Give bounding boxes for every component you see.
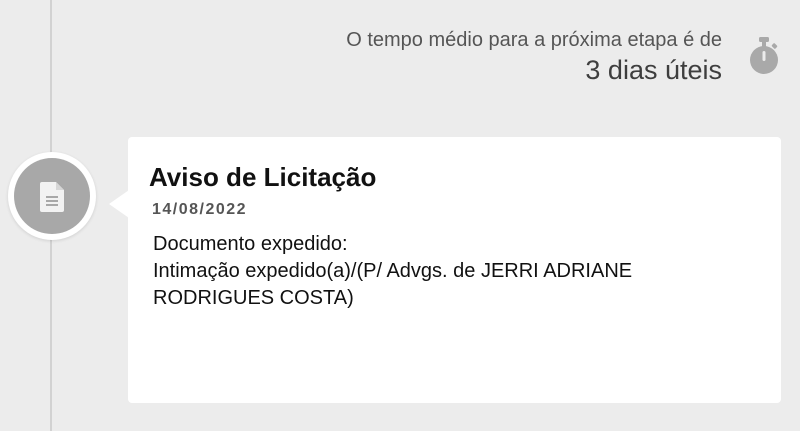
- eta-label: O tempo médio para a próxima etapa é de: [346, 29, 722, 51]
- document-icon: [40, 182, 64, 212]
- timeline-node: [8, 152, 96, 240]
- event-title: Aviso de Licitação: [149, 162, 377, 192]
- next-step-estimate: O tempo médio para a próxima etapa é de …: [346, 28, 722, 86]
- event-description-line: Intimação expedido(a)/(P/ Advgs. de JERR…: [153, 260, 633, 282]
- event-card: Aviso de Licitação 14/08/2022 Documento …: [109, 137, 781, 403]
- eta-value: 3 dias úteis: [585, 55, 722, 85]
- timeline-node-inner: [14, 158, 90, 234]
- card-pointer: [109, 190, 129, 218]
- event-description-line: RODRIGUES COSTA): [153, 287, 354, 309]
- event-description: Documento expedido: Intimação expedido(a…: [153, 231, 753, 312]
- stopwatch-icon: [750, 37, 778, 74]
- event-description-line: Documento expedido:: [153, 233, 348, 255]
- event-date: 14/08/2022: [152, 201, 248, 218]
